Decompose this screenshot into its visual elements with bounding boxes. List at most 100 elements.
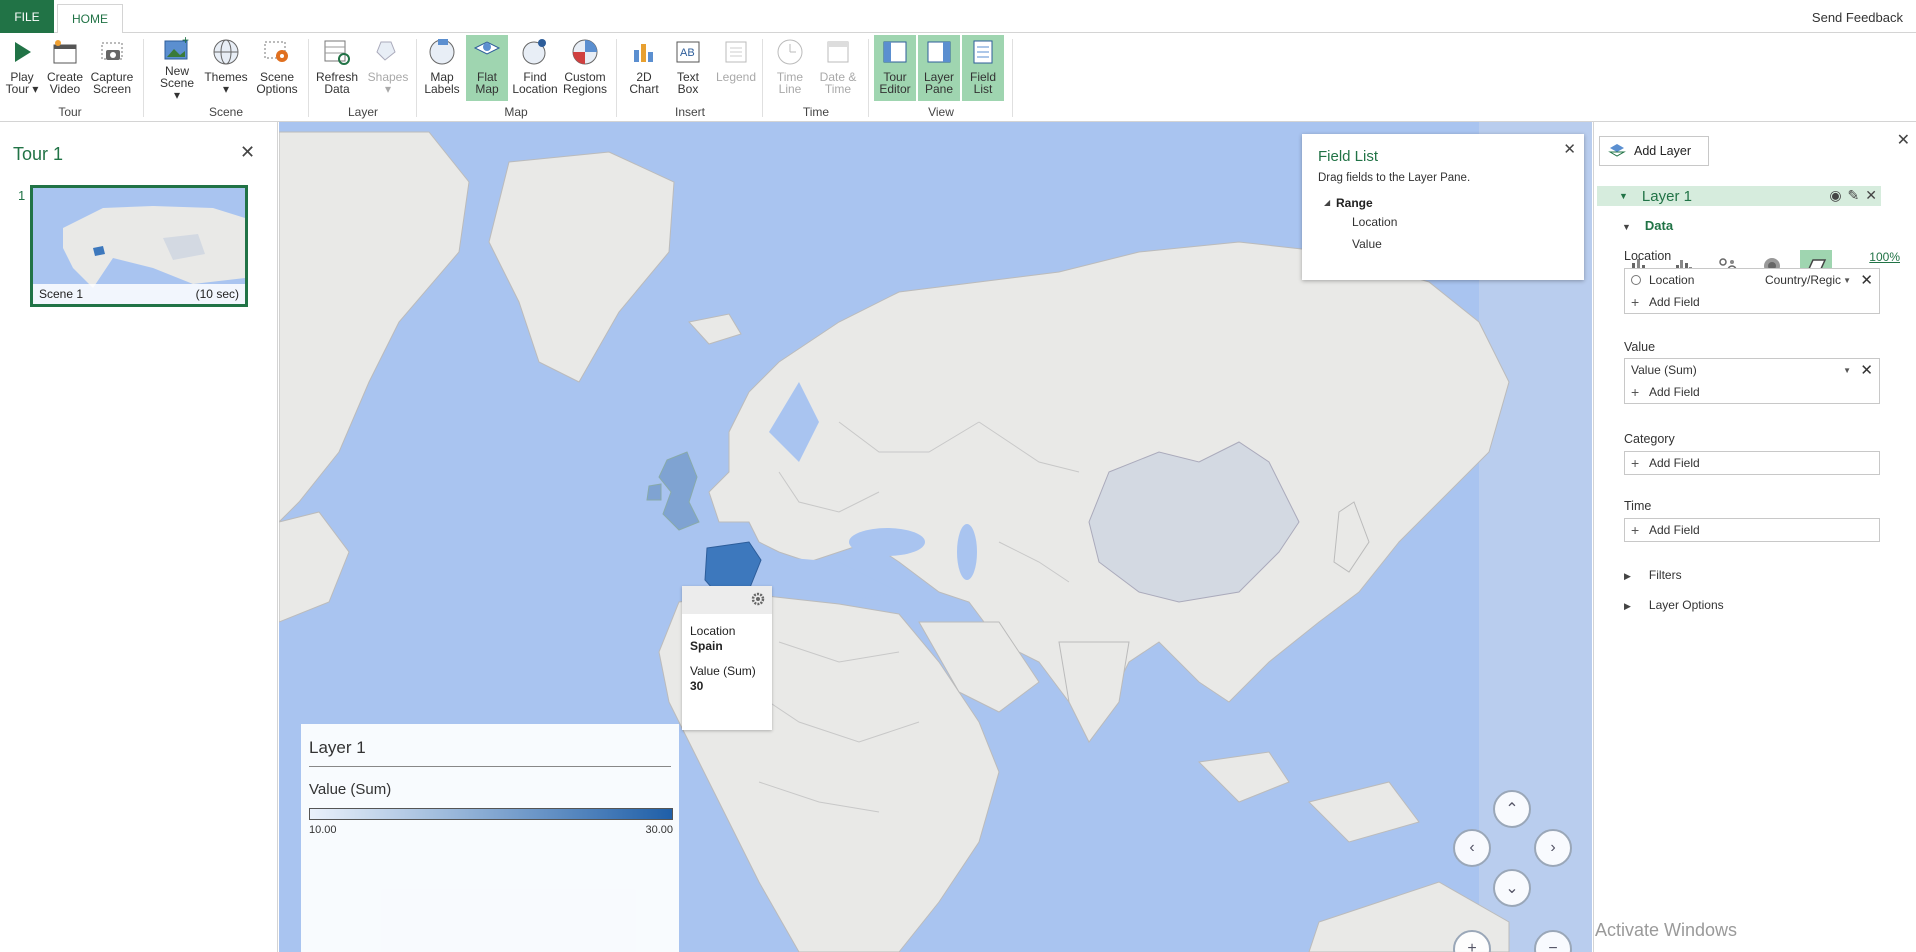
layer-pane: ✕ Add Layer ▼ Layer 1 ◉ ✎ ✕ ▼ Data Locati… — [1593, 122, 1916, 952]
add-category-field[interactable]: + Add Field — [1625, 452, 1879, 474]
custom-regions-button[interactable]: Custom Regions — [562, 35, 608, 101]
layer-options-expander[interactable]: ▶ Layer Options — [1624, 598, 1724, 612]
location-field-row[interactable]: Location Country/Regic ▼ ✕ — [1625, 269, 1879, 291]
time-section-label: Time — [1624, 499, 1652, 513]
field-item-value[interactable]: Value — [1352, 237, 1382, 251]
pan-down-button[interactable]: ⌄ — [1493, 869, 1531, 907]
add-layer-button[interactable]: Add Layer — [1599, 136, 1709, 166]
flat-map-label-2: Map — [475, 82, 499, 96]
time-line-button[interactable]: Time Line — [772, 35, 808, 101]
layer-pane-button[interactable]: Layer Pane — [918, 35, 960, 101]
group-map: Map Labels Flat Map Find Location Custom… — [418, 33, 614, 122]
play-icon — [6, 35, 38, 69]
legend-button[interactable]: Legend — [714, 35, 758, 101]
add-field-label: Add Field — [1649, 523, 1700, 537]
2d-chart-button[interactable]: 2D Chart — [626, 35, 662, 101]
tooltip-value-value: 30 — [690, 679, 704, 693]
category-well[interactable]: + Add Field — [1624, 451, 1880, 475]
pan-right-button[interactable]: › — [1534, 829, 1572, 867]
capture-screen-button[interactable]: Capture Screen — [90, 35, 134, 101]
map-labels-button[interactable]: Map Labels — [422, 35, 462, 101]
chevron-right-icon: › — [1550, 839, 1556, 856]
gear-icon[interactable] — [750, 591, 766, 610]
visibility-eye-icon[interactable]: ◉ — [1829, 187, 1841, 204]
tab-home[interactable]: HOME — [57, 4, 123, 34]
field-list-button[interactable]: Field List — [962, 35, 1004, 101]
value-field-row[interactable]: Value (Sum) ▼ ✕ — [1625, 359, 1879, 381]
ribbon-divider — [868, 39, 869, 117]
flat-map-button[interactable]: Flat Map — [466, 35, 508, 101]
location-type-select[interactable]: Country/Regic — [1765, 273, 1841, 287]
group-scene: + New Scene ▾ Themes ▾ Scene Options Sce… — [146, 33, 306, 122]
add-location-field[interactable]: + Add Field — [1625, 291, 1879, 313]
scene-options-button[interactable]: Scene Options — [254, 35, 300, 101]
plus-icon: + — [1631, 384, 1640, 400]
svg-text:+: + — [182, 35, 189, 47]
scene-caption: Scene 1 (10 sec) — [33, 284, 245, 304]
collapse-triangle-icon[interactable]: ▼ — [1619, 191, 1628, 201]
bar-chart-icon — [628, 35, 660, 69]
pan-left-button[interactable]: ‹ — [1453, 829, 1491, 867]
location-well[interactable]: Location Country/Regic ▼ ✕ + Add Field — [1624, 268, 1880, 314]
map-labels-label-2: Labels — [424, 82, 460, 96]
flat-map-icon — [471, 35, 503, 69]
tooltip-header — [682, 586, 772, 614]
globe-icon — [210, 35, 242, 69]
value-well[interactable]: Value (Sum) ▼ ✕ + Add Field — [1624, 358, 1880, 404]
pan-up-button[interactable]: ⌃ — [1493, 790, 1531, 828]
text-box-button[interactable]: AB Text Box — [670, 35, 706, 101]
activate-windows-watermark: Activate Windows — [1595, 920, 1738, 940]
collapse-triangle-icon[interactable]: ◢ — [1324, 198, 1330, 207]
location-section-label: Location — [1624, 249, 1672, 263]
field-list-panel: Field List ✕ Drag fields to the Layer Pa… — [1302, 134, 1584, 280]
layer-pane-label-2: Pane — [924, 82, 954, 96]
delete-layer-icon[interactable]: ✕ — [1865, 187, 1877, 204]
layer-pane-close-icon[interactable]: ✕ — [1897, 130, 1910, 150]
time-well[interactable]: + Add Field — [1624, 518, 1880, 542]
rename-pencil-icon[interactable]: ✎ — [1848, 187, 1860, 204]
add-time-field[interactable]: + Add Field — [1625, 519, 1879, 541]
scene-thumbnail[interactable]: Scene 1 (10 sec) — [30, 185, 248, 307]
plus-icon: + — [1631, 522, 1640, 538]
new-scene-label-2: Scene ▾ — [159, 76, 195, 102]
create-video-button[interactable]: Create Video — [44, 35, 86, 101]
group-time: Time Line Date & Time Time — [764, 33, 868, 122]
data-heading: Data — [1644, 218, 1674, 233]
shapes-button[interactable]: Shapes ▾ — [366, 35, 410, 101]
refresh-data-button[interactable]: Refresh Data — [314, 35, 360, 101]
dropdown-arrow-icon[interactable]: ▼ — [1843, 366, 1851, 375]
date-time-button[interactable]: Date & Time — [816, 35, 860, 101]
location-radio[interactable] — [1631, 275, 1641, 285]
calendar-icon — [822, 35, 854, 69]
themes-button[interactable]: Themes ▾ — [204, 35, 248, 101]
2d-chart-label-2: Chart — [629, 82, 659, 96]
layer-header[interactable]: ▼ Layer 1 ◉ ✎ ✕ — [1597, 186, 1881, 206]
ribbon-tab-bar: FILE HOME Send Feedback — [0, 0, 1916, 34]
find-location-button[interactable]: Find Location — [512, 35, 558, 101]
filters-expander[interactable]: ▶ Filters — [1624, 568, 1682, 582]
remove-field-icon[interactable]: ✕ — [1860, 271, 1873, 289]
data-section-header[interactable]: ▼ Data — [1622, 218, 1673, 233]
add-value-field[interactable]: + Add Field — [1625, 381, 1879, 403]
tab-file[interactable]: FILE — [0, 0, 54, 33]
dropdown-arrow-icon[interactable]: ▼ — [1843, 276, 1851, 285]
field-list-table[interactable]: Range — [1336, 196, 1373, 210]
ribbon-divider — [616, 39, 617, 117]
group-label-insert: Insert — [674, 105, 705, 119]
field-list-icon — [967, 35, 999, 69]
field-list-close-icon[interactable]: ✕ — [1563, 140, 1576, 158]
play-tour-button[interactable]: Play Tour ▾ — [4, 35, 40, 101]
send-feedback-link[interactable]: Send Feedback — [1812, 10, 1903, 25]
new-scene-button[interactable]: + New Scene ▾ — [156, 35, 198, 101]
filters-label: Filters — [1648, 568, 1682, 582]
remove-field-icon[interactable]: ✕ — [1860, 361, 1873, 379]
themes-label-2: ▾ — [222, 82, 230, 96]
tour-editor-button[interactable]: Tour Editor — [874, 35, 916, 101]
layer-name: Layer 1 — [1641, 187, 1692, 205]
map-legend[interactable]: Layer 1 Value (Sum) 10.00 30.00 — [301, 724, 679, 952]
tour-pane-close-icon[interactable]: ✕ — [240, 142, 255, 163]
legend-min: 10.00 — [309, 824, 337, 836]
plus-icon: + — [1467, 940, 1477, 952]
location-confidence-link[interactable]: 100% — [1869, 250, 1900, 264]
field-item-location[interactable]: Location — [1352, 215, 1397, 229]
